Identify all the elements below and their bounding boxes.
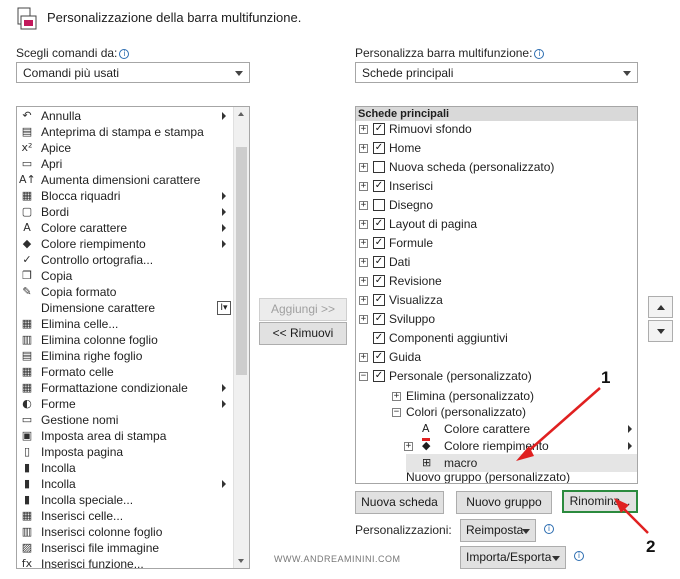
annotation-arrow-1 — [524, 387, 601, 455]
annotation-number-1: 1 — [601, 368, 611, 387]
annotation-arrows — [516, 387, 649, 534]
annotation-number-2: 2 — [646, 537, 656, 556]
annotation-arrow-2 — [620, 505, 649, 534]
